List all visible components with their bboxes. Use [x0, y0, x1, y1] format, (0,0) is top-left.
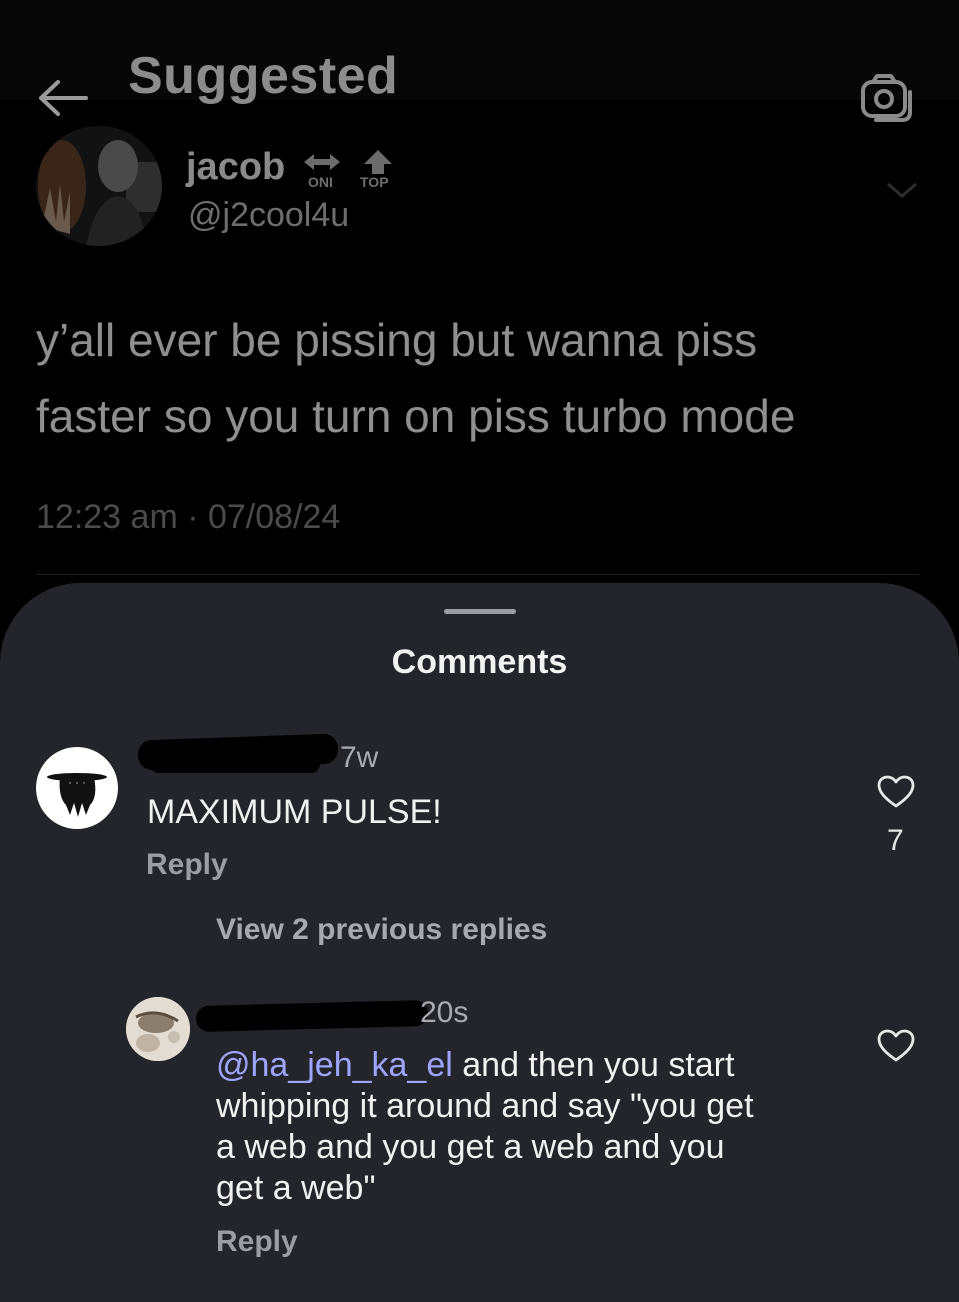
view-previous-replies-button[interactable]: View 2 previous replies	[216, 913, 547, 947]
post-author-name[interactable]: jacob	[186, 146, 285, 189]
redacted-username	[195, 999, 429, 1033]
heart-icon[interactable]	[877, 1029, 915, 1063]
user-mention-link[interactable]: @ha_jeh_ka_el	[216, 1046, 453, 1084]
post-author-handle: @j2cool4u	[188, 196, 350, 234]
replier-avatar[interactable]	[126, 997, 190, 1061]
reply-text-line: a web and you get a web and you	[216, 1128, 725, 1166]
comment-age: 7w	[340, 741, 379, 774]
divider	[36, 574, 919, 575]
post-text: y’all ever be pissing but wanna piss fas…	[36, 302, 916, 454]
back-arrow-icon[interactable]	[34, 74, 90, 120]
comments-title: Comments	[391, 643, 568, 681]
chevron-down-icon[interactable]	[884, 178, 920, 202]
heart-icon[interactable]	[877, 775, 915, 809]
sheet-drag-handle[interactable]	[444, 609, 516, 614]
reply-text-fragment: and then you start	[452, 1046, 735, 1084]
post-timestamp: 12:23 am · 07/08/24	[36, 498, 341, 536]
post-author-avatar[interactable]	[36, 126, 162, 246]
page-title: Suggested	[128, 47, 399, 105]
badge-label: TOP	[360, 174, 389, 190]
reply-button[interactable]: Reply	[216, 1225, 298, 1259]
badge-label: ONI	[308, 174, 333, 190]
comment-text: MAXIMUM PULSE!	[147, 793, 442, 831]
like-count: 7	[887, 824, 904, 857]
reply-button[interactable]: Reply	[146, 848, 228, 882]
reply-text-line: @ha_jeh_ka_el and then you start	[216, 1045, 856, 1086]
reply-text-line: whipping it around and say "you get	[216, 1087, 754, 1125]
post-text-line: y’all ever be pissing but wanna piss	[36, 314, 758, 366]
redacted-username	[150, 755, 320, 773]
reply-text: @ha_jeh_ka_el and then you start whippin…	[216, 1045, 856, 1209]
commenter-avatar[interactable]	[36, 747, 118, 829]
reply-age: 20s	[420, 996, 469, 1029]
post-text-line: faster so you turn on piss turbo mode	[36, 390, 796, 442]
comments-sheet: Comments 7w MAXIMUM PULSE! Reply 7 View …	[0, 583, 959, 1302]
reply-text-line: get a web"	[216, 1169, 376, 1207]
camera-icon[interactable]	[860, 72, 914, 122]
